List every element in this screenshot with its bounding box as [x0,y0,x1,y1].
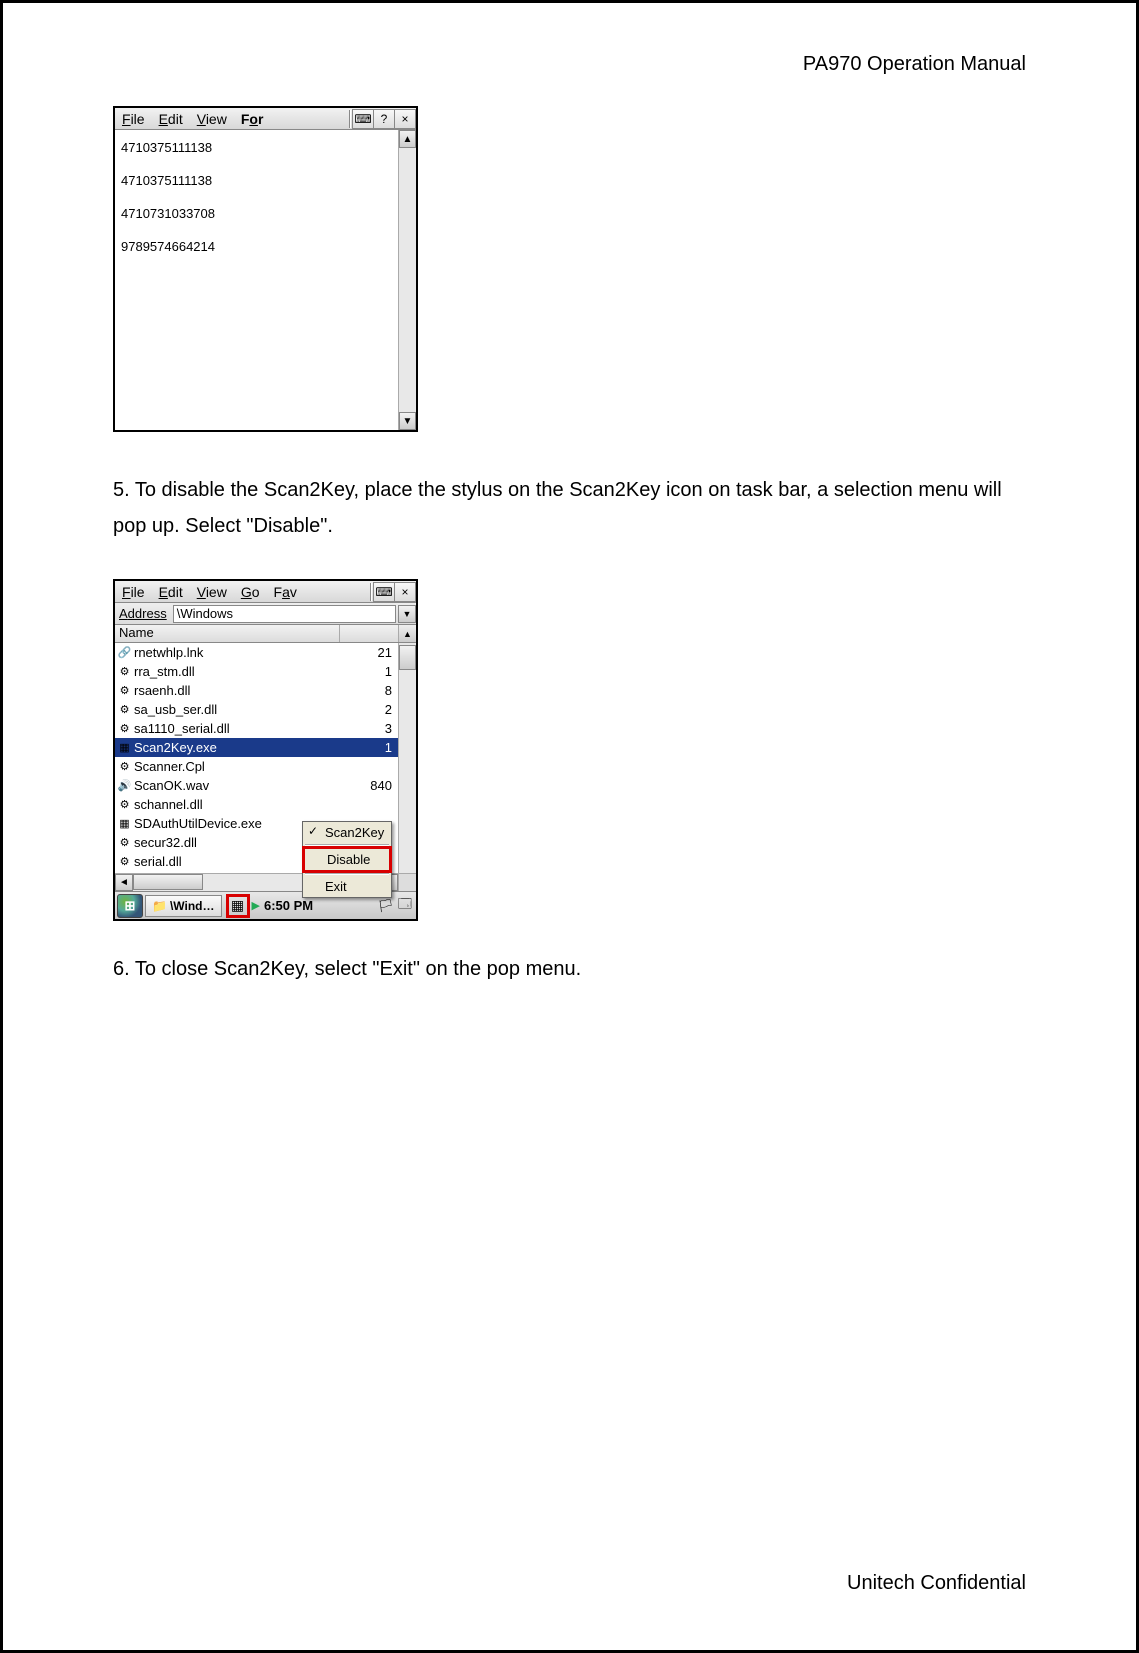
menu-file[interactable]: File [115,584,152,600]
file-name: rsaenh.dll [134,683,343,698]
file-size: 3 [343,721,398,736]
clock: 6:50 PM [264,898,313,913]
menubar: File Edit View For ⌨ ? × [115,108,416,130]
file-name: Scan2Key.exe [134,740,343,755]
exe-icon: ▦ [117,817,132,831]
file-size: 21 [343,645,398,660]
scroll-left-icon[interactable]: ◄ [115,874,133,891]
dll-icon: ⚙ [117,855,132,869]
scroll-track[interactable] [133,874,380,891]
start-button[interactable]: ⊞ [117,894,143,918]
folder-icon: 📁 [152,899,167,913]
dll-icon: ⚙ [117,665,132,679]
file-size: 8 [343,683,398,698]
step-6-text: 6. To close Scan2Key, select "Exit" on t… [113,951,1026,987]
menu-view[interactable]: View [190,111,234,127]
menu-file[interactable]: File [115,111,152,127]
tray-desktop-icon[interactable]: 🗔 [398,895,412,917]
scroll-thumb[interactable] [133,874,203,890]
document-page: PA970 Operation Manual File Edit View Fo… [0,0,1139,1653]
scroll-thumb[interactable] [399,645,416,670]
menu-scan2key[interactable]: Scan2Key [303,822,391,843]
file-row[interactable]: ▦Scan2Key.exe1 [115,738,398,757]
dll-icon: ⚙ [117,798,132,812]
dll-icon: ⚙ [117,836,132,850]
header-title: PA970 Operation Manual [113,53,1026,76]
file-row[interactable]: ⚙schannel.dll [115,795,398,814]
dll-icon: ⚙ [117,703,132,717]
file-name: schannel.dll [134,797,343,812]
menu-divider [370,583,372,601]
explorer-window: File Edit View Go Fav ⌨ × AAddressddress… [113,579,418,921]
task-button-label: \Wind… [170,899,215,913]
column-name[interactable]: Name [115,625,340,642]
file-row[interactable]: ⚙Scanner.Cpl [115,757,398,776]
address-dropdown-icon[interactable]: ▼ [398,605,416,623]
file-name: rra_stm.dll [134,664,343,679]
file-size: 1 [343,740,398,755]
file-size: 2 [343,702,398,717]
exe-icon: ▦ [117,741,132,755]
help-button[interactable]: ? [373,109,395,129]
notepad-window: File Edit View For ⌨ ? × 4710375111138 4… [113,106,418,432]
address-label: AAddressddress [115,606,171,621]
tray-scan2key-icon[interactable]: ▦ [226,894,250,918]
close-button[interactable]: × [394,109,416,129]
file-name: Scanner.Cpl [134,759,343,774]
close-button[interactable]: × [394,582,416,602]
scroll-down-icon[interactable]: ▼ [399,412,416,430]
menu-edit[interactable]: Edit [152,584,190,600]
menu-divider [349,110,351,128]
file-name: sa_usb_ser.dll [134,702,343,717]
file-row[interactable]: ⚙sa_usb_ser.dll2 [115,700,398,719]
text-area[interactable]: 4710375111138 4710375111138 471073103370… [115,130,398,430]
tray-flag-icon[interactable]: 🏳 [377,898,394,914]
file-list: 🔗rnetwhlp.lnk21⚙rra_stm.dll1⚙rsaenh.dll8… [115,643,416,873]
wav-icon: 🔊 [117,779,132,793]
column-header: Name ▲ [115,625,416,643]
vertical-scrollbar[interactable]: ▲ ▼ [398,130,416,430]
scroll-up-icon[interactable]: ▲ [398,625,416,642]
address-bar: AAddressddress \Windows ▼ [115,603,416,625]
scroll-up-icon[interactable]: ▲ [399,130,416,148]
scan-line: 4710731033708 [121,206,392,221]
menu-go[interactable]: Go [234,584,267,600]
column-size[interactable] [340,625,398,642]
footer-text: Unitech Confidential [847,1572,1026,1595]
tray-arrow-icon[interactable]: ▶ [252,899,260,912]
lnk-icon: 🔗 [117,646,132,660]
menu-disable[interactable]: Disable [302,846,392,873]
file-name: sa1110_serial.dll [134,721,343,736]
scroll-corner [398,874,416,891]
horizontal-scrollbar[interactable]: ◄ ► [115,873,416,891]
keyboard-icon[interactable]: ⌨ [373,582,395,602]
keyboard-icon[interactable]: ⌨ [352,109,374,129]
file-row[interactable]: 🔗rnetwhlp.lnk21 [115,643,398,662]
menu-edit[interactable]: Edit [152,111,190,127]
menubar: File Edit View Go Fav ⌨ × [115,581,416,603]
scan-line: 4710375111138 [121,140,392,155]
file-row[interactable]: ⚙sa1110_serial.dll3 [115,719,398,738]
file-row[interactable]: 🔊ScanOK.wav840 [115,776,398,795]
vertical-scrollbar[interactable] [398,643,416,873]
file-row[interactable]: ⚙rra_stm.dll1 [115,662,398,681]
file-size: 840 [343,778,398,793]
scan-line: 4710375111138 [121,173,392,188]
dll-icon: ⚙ [117,722,132,736]
menu-view[interactable]: View [190,584,234,600]
file-size: 1 [343,664,398,679]
step-5-text: 5. To disable the Scan2Key, place the st… [113,472,1026,544]
address-input[interactable]: \Windows [173,605,396,623]
file-row[interactable]: ⚙rsaenh.dll8 [115,681,398,700]
task-button-wind[interactable]: 📁 \Wind… [145,895,222,917]
dll-icon: ⚙ [117,760,132,774]
dll-icon: ⚙ [117,684,132,698]
menu-fav[interactable]: Fav [267,584,304,600]
scan-line: 9789574664214 [121,239,392,254]
file-name: rnetwhlp.lnk [134,645,343,660]
text-content-area: 4710375111138 4710375111138 471073103370… [115,130,416,430]
menu-for[interactable]: For [234,111,271,127]
file-name: ScanOK.wav [134,778,343,793]
